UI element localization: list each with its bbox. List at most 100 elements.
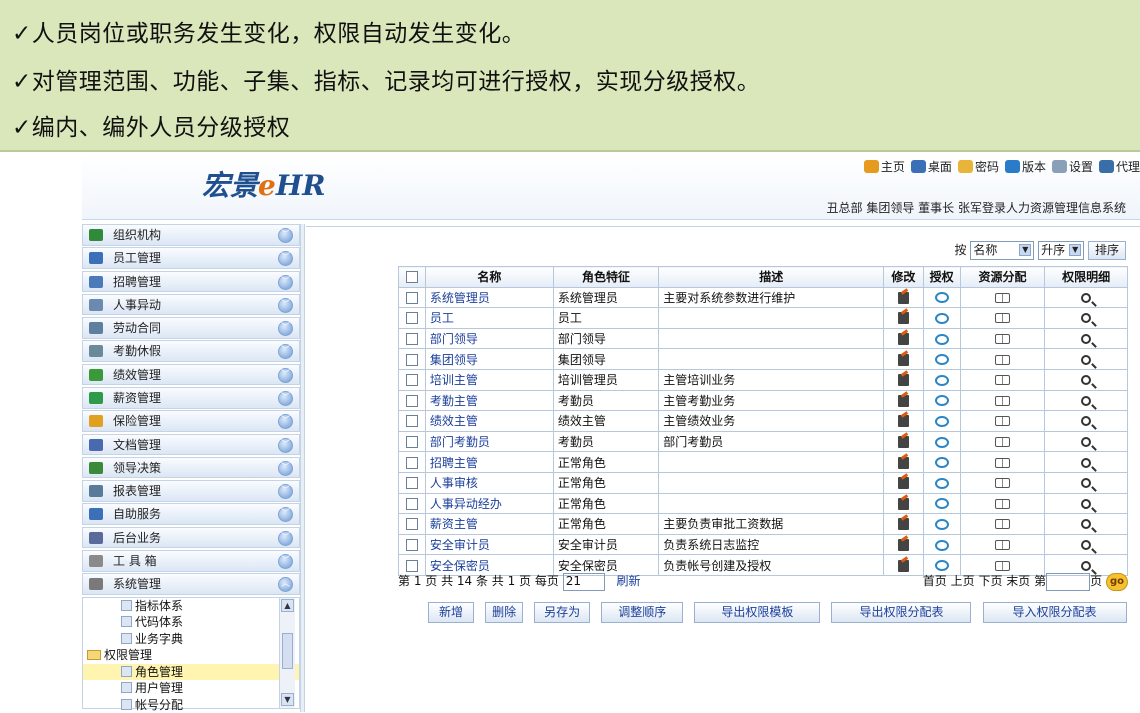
row-select-cell[interactable]: [399, 369, 426, 390]
detail-cell[interactable]: [1045, 452, 1128, 473]
expand-toggle-icon[interactable]: ﹀: [278, 228, 293, 243]
row-checkbox[interactable]: [406, 477, 418, 489]
resource-book-icon[interactable]: [995, 334, 1010, 344]
detail-cell[interactable]: [1045, 431, 1128, 452]
sidebar-item[interactable]: 系统管理︿: [82, 573, 300, 595]
row-checkbox[interactable]: [406, 354, 418, 366]
export-assignment-button[interactable]: 导出权限分配表: [831, 602, 971, 623]
sidebar-item[interactable]: 招聘管理﹀: [82, 271, 300, 293]
authorize-icon[interactable]: [935, 498, 949, 509]
authorize-cell[interactable]: [923, 308, 960, 329]
row-checkbox[interactable]: [406, 457, 418, 469]
magnifier-icon[interactable]: [1081, 293, 1091, 303]
detail-cell[interactable]: [1045, 390, 1128, 411]
sidebar-item[interactable]: 工 具 箱﹀: [82, 550, 300, 572]
row-checkbox[interactable]: [406, 498, 418, 510]
top-link-1[interactable]: 桌面: [911, 158, 952, 175]
expand-toggle-icon[interactable]: ﹀: [278, 414, 293, 429]
top-link-5[interactable]: 代理: [1099, 158, 1140, 175]
resource-cell[interactable]: [960, 514, 1045, 535]
row-checkbox[interactable]: [406, 436, 418, 448]
tree-scrollbar[interactable]: ▲ ▼: [279, 598, 295, 708]
role-name-link[interactable]: 绩效主管: [425, 411, 553, 432]
sidebar-item[interactable]: 后台业务﹀: [82, 527, 300, 549]
edit-cell[interactable]: [884, 472, 923, 493]
authorize-cell[interactable]: [923, 452, 960, 473]
detail-cell[interactable]: [1045, 493, 1128, 514]
col-name[interactable]: 名称: [425, 267, 553, 288]
authorize-cell[interactable]: [923, 534, 960, 555]
edit-cell[interactable]: [884, 452, 923, 473]
row-select-cell[interactable]: [399, 308, 426, 329]
resource-book-icon[interactable]: [995, 478, 1010, 488]
edit-cell[interactable]: [884, 349, 923, 370]
row-select-cell[interactable]: [399, 328, 426, 349]
role-name-link[interactable]: 安全审计员: [425, 534, 553, 555]
resource-book-icon[interactable]: [995, 355, 1010, 365]
authorize-icon[interactable]: [935, 560, 949, 571]
resource-book-icon[interactable]: [995, 396, 1010, 406]
edit-cell[interactable]: [884, 493, 923, 514]
sidebar-item[interactable]: 薪资管理﹀: [82, 387, 300, 409]
magnifier-icon[interactable]: [1081, 416, 1091, 426]
sidebar-item[interactable]: 劳动合同﹀: [82, 317, 300, 339]
authorize-icon[interactable]: [935, 292, 949, 303]
authorize-icon[interactable]: [935, 375, 949, 386]
tree-node[interactable]: 帐号分配: [83, 697, 299, 713]
edit-icon[interactable]: [898, 374, 909, 386]
scroll-up-icon[interactable]: ▲: [281, 599, 294, 612]
role-name-link[interactable]: 薪资主管: [425, 514, 553, 535]
magnifier-icon[interactable]: [1081, 355, 1091, 365]
edit-cell[interactable]: [884, 534, 923, 555]
authorize-icon[interactable]: [935, 478, 949, 489]
resource-book-icon[interactable]: [995, 437, 1010, 447]
expand-toggle-icon[interactable]: ﹀: [278, 507, 293, 522]
authorize-icon[interactable]: [935, 416, 949, 427]
row-checkbox[interactable]: [406, 333, 418, 345]
edit-icon[interactable]: [898, 518, 909, 530]
top-link-2[interactable]: 密码: [958, 158, 999, 175]
row-checkbox[interactable]: [406, 374, 418, 386]
edit-icon[interactable]: [898, 395, 909, 407]
row-select-cell[interactable]: [399, 349, 426, 370]
select-all-checkbox[interactable]: [406, 271, 418, 283]
role-name-link[interactable]: 人事审核: [425, 472, 553, 493]
authorize-icon[interactable]: [935, 395, 949, 406]
edit-cell[interactable]: [884, 431, 923, 452]
resource-book-icon[interactable]: [995, 416, 1010, 426]
magnifier-icon[interactable]: [1081, 396, 1091, 406]
detail-cell[interactable]: [1045, 534, 1128, 555]
resource-book-icon[interactable]: [995, 519, 1010, 529]
row-select-cell[interactable]: [399, 287, 426, 308]
sidebar-item[interactable]: 报表管理﹀: [82, 480, 300, 502]
row-checkbox[interactable]: [406, 395, 418, 407]
edit-cell[interactable]: [884, 514, 923, 535]
edit-icon[interactable]: [898, 498, 909, 510]
authorize-icon[interactable]: [935, 334, 949, 345]
magnifier-icon[interactable]: [1081, 458, 1091, 468]
role-name-link[interactable]: 部门领导: [425, 328, 553, 349]
resource-cell[interactable]: [960, 452, 1045, 473]
detail-cell[interactable]: [1045, 472, 1128, 493]
detail-cell[interactable]: [1045, 369, 1128, 390]
role-name-link[interactable]: 部门考勤员: [425, 431, 553, 452]
resource-book-icon[interactable]: [995, 540, 1010, 550]
tree-node[interactable]: 代码体系: [83, 614, 299, 631]
edit-icon[interactable]: [898, 477, 909, 489]
expand-toggle-icon[interactable]: ﹀: [278, 391, 293, 406]
expand-toggle-icon[interactable]: ﹀: [278, 251, 293, 266]
edit-icon[interactable]: [898, 457, 909, 469]
resource-cell[interactable]: [960, 493, 1045, 514]
expand-toggle-icon[interactable]: ﹀: [278, 368, 293, 383]
reorder-button[interactable]: 调整顺序: [601, 602, 683, 623]
authorize-cell[interactable]: [923, 287, 960, 308]
edit-icon[interactable]: [898, 312, 909, 324]
detail-cell[interactable]: [1045, 411, 1128, 432]
resource-cell[interactable]: [960, 534, 1045, 555]
edit-icon[interactable]: [898, 415, 909, 427]
role-name-link[interactable]: 考勤主管: [425, 390, 553, 411]
role-name-link[interactable]: 培训主管: [425, 369, 553, 390]
resource-cell[interactable]: [960, 287, 1045, 308]
resource-book-icon[interactable]: [995, 293, 1010, 303]
resource-book-icon[interactable]: [995, 375, 1010, 385]
